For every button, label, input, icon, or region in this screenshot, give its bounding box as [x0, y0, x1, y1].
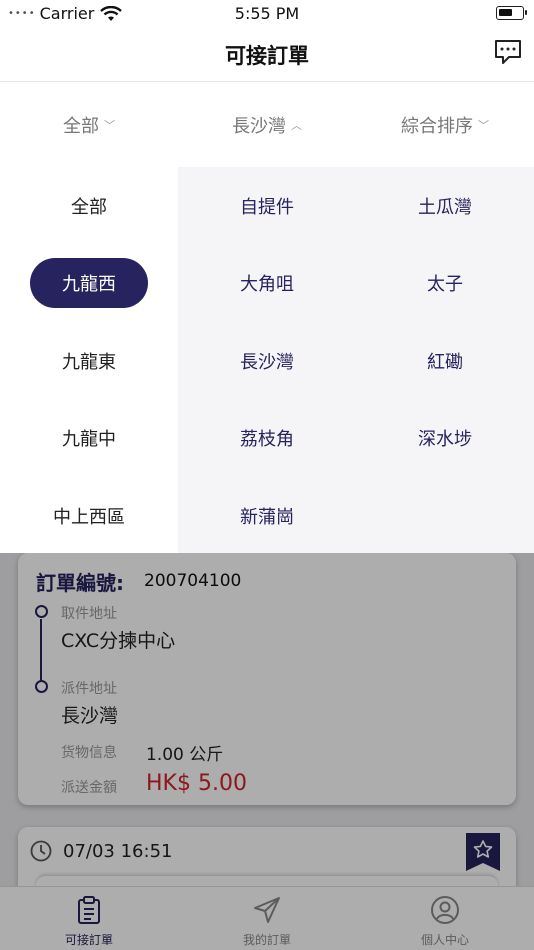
chevron-down-icon: ﹀: [478, 119, 489, 132]
nav-bar: 可接訂單: [0, 28, 534, 82]
page-title: 可接訂單: [225, 44, 309, 68]
filter-sort[interactable]: 綜合排序 ﹀: [356, 83, 534, 167]
region-label: 九龍西: [30, 258, 148, 309]
district-item[interactable]: 深水埗: [356, 400, 534, 478]
clock-time: 5:55 PM: [234, 4, 300, 23]
region-list: 全部 九龍西 九龍東 九龍中 中上西區: [0, 167, 178, 553]
district-item[interactable]: 自提件: [178, 167, 356, 245]
district-item[interactable]: 荔枝角: [178, 400, 356, 478]
district-item[interactable]: 太子: [356, 245, 534, 323]
chevron-up-icon: ︿: [291, 119, 302, 132]
battery-icon: [496, 6, 527, 20]
region-item[interactable]: 中上西區: [0, 477, 178, 555]
district-item[interactable]: 紅磡: [356, 322, 534, 400]
district-item[interactable]: 大角咀: [178, 245, 356, 323]
district-item[interactable]: 土瓜灣: [356, 167, 534, 245]
filter-label: 綜合排序: [401, 116, 473, 137]
region-item[interactable]: 全部: [0, 167, 178, 245]
filter-district[interactable]: 長沙灣 ︿: [178, 83, 356, 167]
district-dropdown: 全部 九龍西 九龍東 九龍中 中上西區 自提件 土瓜灣 大角咀 太子 長沙灣 紅…: [0, 167, 534, 553]
filter-label: 長沙灣: [232, 116, 286, 137]
region-label: 九龍中: [62, 429, 116, 451]
region-item-selected[interactable]: 九龍西: [0, 245, 178, 323]
filter-all[interactable]: 全部 ﹀: [0, 83, 178, 167]
filter-label: 全部: [63, 116, 99, 137]
district-grid: 自提件 土瓜灣 大角咀 太子 長沙灣 紅磡 荔枝角 深水埗 新蒲崗: [178, 167, 534, 553]
district-item[interactable]: 新蒲崗: [178, 477, 356, 555]
district-item[interactable]: 長沙灣: [178, 322, 356, 400]
region-item[interactable]: 九龍中: [0, 400, 178, 478]
region-item[interactable]: 九龍東: [0, 322, 178, 400]
chevron-down-icon: ﹀: [104, 119, 115, 132]
filter-bar: 全部 ﹀ 長沙灣 ︿ 綜合排序 ﹀: [0, 83, 534, 167]
dropdown-backdrop[interactable]: [0, 553, 534, 950]
region-label: 全部: [71, 196, 107, 218]
status-bar: •••• Carrier 5:55 PM: [0, 0, 534, 28]
message-icon[interactable]: [494, 38, 522, 66]
region-label: 中上西區: [53, 506, 125, 528]
region-label: 九龍東: [62, 351, 116, 373]
